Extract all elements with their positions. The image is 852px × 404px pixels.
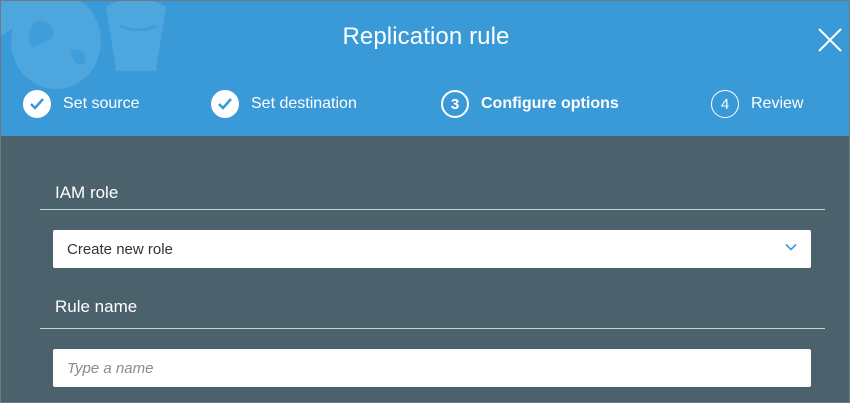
section-divider xyxy=(40,328,825,329)
replication-rule-dialog: Replication rule Set source Set destinat… xyxy=(0,0,850,403)
step-label: Configure options xyxy=(481,95,619,112)
step-number-badge: 3 xyxy=(441,90,469,118)
close-icon[interactable] xyxy=(815,25,845,55)
rule-name-label: Rule name xyxy=(55,297,138,316)
check-circle-icon xyxy=(23,90,51,118)
chevron-down-icon xyxy=(785,243,797,251)
dialog-title: Replication rule xyxy=(342,23,510,50)
rule-name-input[interactable] xyxy=(53,349,811,387)
iam-role-select[interactable]: Create new role xyxy=(53,230,811,268)
step-review[interactable]: 4 Review xyxy=(711,87,803,121)
dialog-header: Replication rule Set source Set destinat… xyxy=(1,1,849,136)
section-divider xyxy=(40,209,825,210)
step-set-source[interactable]: Set source xyxy=(23,87,139,121)
step-label: Set destination xyxy=(251,95,357,112)
step-number-badge: 4 xyxy=(711,90,739,118)
iam-role-selected-value: Create new role xyxy=(67,240,173,258)
step-label: Review xyxy=(751,95,804,112)
step-label: Set source xyxy=(63,95,140,112)
step-set-destination[interactable]: Set destination xyxy=(211,87,357,121)
check-circle-icon xyxy=(211,90,239,118)
iam-role-label: IAM role xyxy=(55,183,119,202)
step-configure-options[interactable]: 3 Configure options xyxy=(441,87,619,121)
